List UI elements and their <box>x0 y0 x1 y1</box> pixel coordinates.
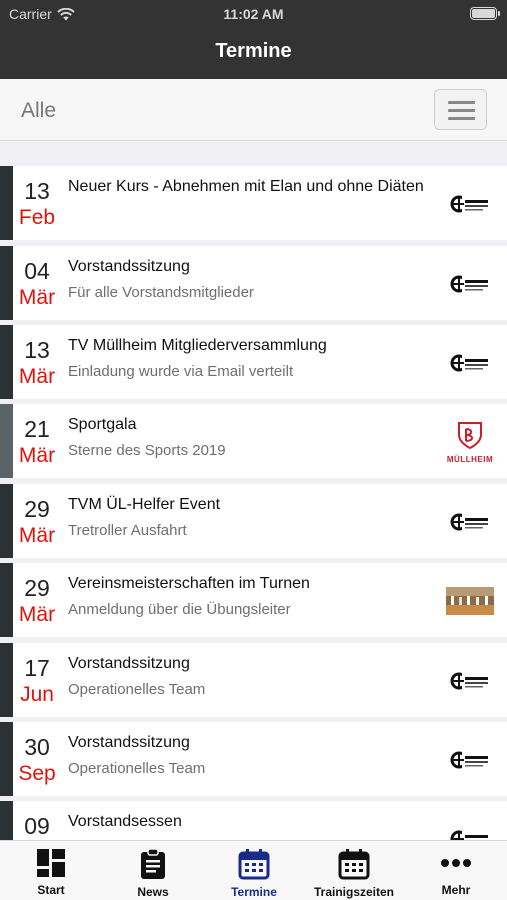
menu-line-icon <box>448 109 475 112</box>
gym-photo-icon <box>446 587 494 615</box>
event-month: Sep <box>18 762 56 785</box>
event-color-bar <box>0 722 13 796</box>
event-color-bar <box>0 246 13 320</box>
event-color-bar <box>0 325 13 399</box>
club-logo-icon <box>450 751 488 769</box>
club-logo-icon <box>450 195 488 213</box>
event-month: Feb <box>18 206 56 229</box>
clipboard-icon <box>141 848 165 879</box>
hamburger-menu-button[interactable] <box>434 89 487 130</box>
event-row[interactable]: 29 Mär Vereinsmeisterschaften im Turnen Anm… <box>0 563 507 637</box>
event-day: 17 <box>24 655 50 681</box>
event-color-bar <box>0 643 13 717</box>
club-logo-icon <box>450 830 488 840</box>
more-icon <box>441 859 471 867</box>
event-subtitle: Operationelles Team <box>68 681 206 698</box>
event-thumbnail <box>446 736 494 784</box>
tab-mehr[interactable]: Mehr <box>406 841 506 900</box>
event-month: Mär <box>18 286 56 309</box>
event-row[interactable]: 13 Feb Neuer Kurs - Abnehmen mit Elan und … <box>0 166 507 240</box>
tab-termine[interactable]: Termine <box>204 841 304 900</box>
event-row[interactable]: 04 Mär Vorstandssitzung Für alle Vorstandsm… <box>0 246 507 320</box>
event-title: Vorstandsessen <box>68 813 182 830</box>
event-title: TVM ÜL-Helfer Event <box>68 496 221 513</box>
event-day: 09 <box>24 813 50 839</box>
event-thumbnail <box>446 577 494 625</box>
event-subtitle: Einladung wurde via Email verteilt <box>68 363 294 380</box>
tab-bar: Start News Termine Trainigszeiten Mehr <box>0 840 507 900</box>
tab-start[interactable]: Start <box>1 841 101 900</box>
club-logo-icon <box>450 275 488 293</box>
event-color-bar <box>0 563 13 637</box>
page-title: Termine <box>215 40 292 62</box>
filter-label: Alle <box>21 99 57 122</box>
club-logo-icon <box>450 513 488 531</box>
event-month: Mär <box>18 444 56 467</box>
event-color-bar <box>0 484 13 558</box>
event-row[interactable]: 17 Jun Vorstandssitzung Operationelles Team <box>0 643 507 717</box>
event-title: Vereinsmeisterschaften im Turnen <box>68 575 310 592</box>
club-logo-icon <box>450 354 488 372</box>
event-title: TV Müllheim Mitgliederversammlung <box>68 337 327 354</box>
tab-trainigszeiten[interactable]: Trainigszeiten <box>304 841 404 900</box>
event-color-bar <box>0 404 13 478</box>
club-logo-icon <box>450 672 488 690</box>
dashboard-icon <box>37 849 65 877</box>
event-thumbnail <box>446 339 494 387</box>
event-title: Neuer Kurs - Abnehmen mit Elan und ohne … <box>68 178 424 195</box>
event-day: 30 <box>24 734 50 760</box>
event-row[interactable]: 29 Mär TVM ÜL-Helfer Event Tretroller Ausfa… <box>0 484 507 558</box>
tab-label: Trainigszeiten <box>313 885 395 899</box>
event-month: Jun <box>20 683 54 706</box>
event-title: Vorstandssitzung <box>68 655 190 672</box>
event-thumbnail <box>446 260 494 308</box>
event-thumbnail <box>446 657 494 705</box>
event-subtitle: Operationelles Team <box>68 760 206 777</box>
event-thumbnail: MÜLLHEIM <box>446 418 494 466</box>
event-day: 29 <box>24 575 50 601</box>
muellheim-crest-icon <box>458 422 482 450</box>
muellheim-logo-text: MÜLLHEIM <box>446 455 494 464</box>
event-list: 13 Feb Neuer Kurs - Abnehmen mit Elan und … <box>0 166 507 840</box>
event-title: Vorstandssitzung <box>68 734 190 751</box>
menu-line-icon <box>448 101 475 104</box>
battery-icon <box>470 7 500 20</box>
event-row[interactable]: 21 Mär Sportgala Sterne des Sports 2019 MÜLL… <box>0 404 507 478</box>
navigation-bar: Carrier 11:02 AM Termine <box>0 0 507 79</box>
event-month: Mär <box>18 524 56 547</box>
muellheim-logo: MÜLLHEIM <box>447 420 493 464</box>
tab-label: Start <box>37 883 65 897</box>
status-bar: Carrier 11:02 AM <box>0 0 507 28</box>
event-thumbnail <box>446 815 494 840</box>
event-day: 29 <box>24 496 50 522</box>
tab-label: Termine <box>231 885 277 899</box>
event-row[interactable]: 09VorstandsessenDetails folgen noch <box>0 801 507 840</box>
event-row[interactable]: 30 Sep Vorstandssitzung Operationelles Team <box>0 722 507 796</box>
event-subtitle: Anmeldung über die Übungsleiter <box>68 601 291 618</box>
event-month: Mär <box>18 365 56 388</box>
event-title: Sportgala <box>68 416 137 433</box>
event-subtitle: Sterne des Sports 2019 <box>68 442 226 459</box>
tab-news[interactable]: News <box>103 841 203 900</box>
event-month: Mär <box>18 603 56 626</box>
event-thumbnail <box>446 180 494 228</box>
event-day: 13 <box>24 178 50 204</box>
status-time: 11:02 AM <box>223 6 284 22</box>
calendar-icon <box>338 849 370 880</box>
event-subtitle: Für alle Vorstandsmitglieder <box>68 284 254 301</box>
event-row[interactable]: 13 Mär TV Müllheim Mitgliederversammlung Ei… <box>0 325 507 399</box>
event-day: 13 <box>24 337 50 363</box>
event-subtitle: Tretroller Ausfahrt <box>68 522 187 539</box>
event-color-bar <box>0 166 13 240</box>
tab-label: Mehr <box>441 883 471 897</box>
event-day: 04 <box>24 258 50 284</box>
event-day: 21 <box>24 416 50 442</box>
filter-bar: Alle <box>0 79 507 141</box>
event-color-bar <box>0 801 13 840</box>
event-thumbnail <box>446 498 494 546</box>
tab-label: News <box>137 885 169 899</box>
event-title: Vorstandssitzung <box>68 258 190 275</box>
menu-line-icon <box>448 117 475 120</box>
calendar-icon <box>238 849 270 880</box>
